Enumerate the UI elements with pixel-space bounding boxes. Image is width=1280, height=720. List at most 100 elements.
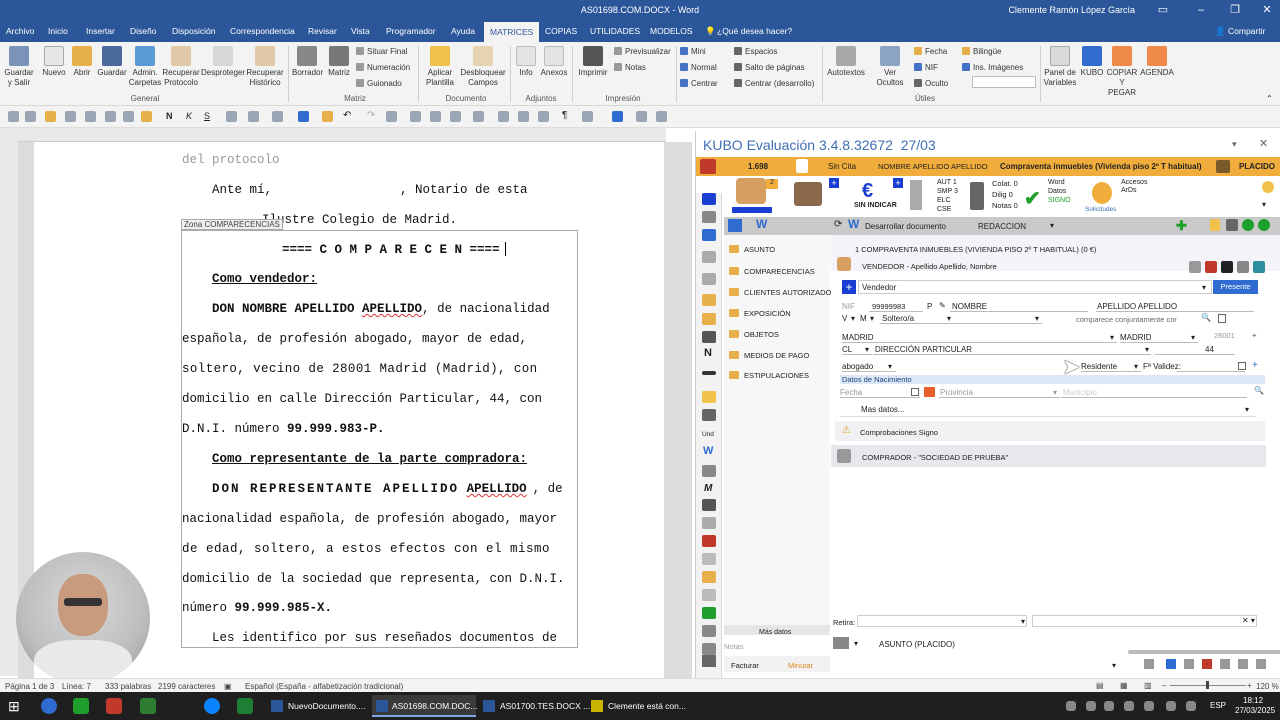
read-mode-icon[interactable]: ▤ — [1096, 681, 1104, 690]
toolbar-folder-icon[interactable] — [45, 111, 56, 122]
notes-button[interactable]: Notas — [614, 63, 646, 72]
next-icon[interactable] — [1258, 219, 1270, 231]
center-development-button[interactable]: Centrar (desarrollo) — [734, 79, 814, 88]
nav-estipulaciones[interactable]: ESTIPULACIONES — [724, 365, 830, 385]
bottom-icon-3[interactable] — [1184, 659, 1194, 669]
toolbar-icon-21[interactable] — [656, 111, 667, 122]
retira-select[interactable] — [857, 615, 1027, 627]
search-icon[interactable] — [386, 111, 397, 122]
zoom-thumb[interactable] — [1206, 681, 1209, 689]
extra-dropdown-icon[interactable]: ▾ — [1035, 314, 1039, 323]
toolbar-icon-4[interactable] — [65, 111, 76, 122]
add-validez-icon[interactable]: + — [1252, 360, 1258, 371]
comprador-line[interactable]: COMPRADOR - "SOCIEDAD DE PRUEBA" — [862, 453, 1008, 462]
expand-icon[interactable]: ▾ — [1262, 200, 1266, 209]
bottom-notas[interactable]: Notas — [724, 642, 744, 651]
save-button[interactable]: Guardar — [96, 46, 128, 78]
chart-icon[interactable] — [1253, 261, 1265, 273]
preview-button[interactable]: Previsualizar — [614, 47, 671, 56]
residente-dropdown-icon[interactable]: ▾ — [1134, 362, 1138, 371]
toolbar-icon-7[interactable] — [123, 111, 134, 122]
municipio-search-icon[interactable]: 🔍 — [1254, 386, 1264, 395]
tab-matrices[interactable]: MATRICES — [484, 22, 540, 42]
role-dropdown-icon[interactable]: ▾ — [1202, 283, 1206, 292]
kubo-tool-icon-18[interactable] — [702, 643, 716, 655]
taskbar-edge-icon[interactable] — [204, 698, 220, 714]
comparece-field[interactable]: comparece conjuntamente cor — [1076, 315, 1177, 324]
page-break-button[interactable]: Salto de páginas — [734, 63, 805, 72]
kubo-tool-icon-9[interactable] — [702, 371, 716, 375]
toolbar-icon-10[interactable] — [272, 111, 283, 122]
bottom-folder-dropdown-icon[interactable]: ▾ — [854, 639, 858, 648]
taskbar-app-as01700[interactable]: AS01700.TES.DOCX ... — [480, 695, 590, 717]
add-person-icon[interactable]: + — [842, 280, 856, 294]
house-icon[interactable] — [794, 182, 822, 206]
insert-images-button[interactable]: Ins. Imágenes — [962, 63, 1023, 72]
recover-protocol-button[interactable]: Recuperar Protocolo — [162, 46, 200, 88]
nav-comparecencias[interactable]: COMPARECENCIAS — [724, 261, 830, 281]
horizontal-scrollbar[interactable] — [1128, 650, 1280, 654]
tab-utilidades[interactable]: UTILIDADES — [590, 26, 640, 36]
toolbar-icon-11[interactable] — [298, 111, 309, 122]
redaccion-dropdown-icon[interactable]: ▾ — [1050, 221, 1054, 230]
bottom-mas-datos[interactable]: Más datos — [759, 629, 791, 636]
hidden-text-button[interactable]: Oculto — [914, 79, 948, 88]
kubo-tool-icon-14[interactable] — [702, 553, 716, 565]
bulb-icon[interactable] — [1210, 219, 1220, 231]
kubo-search-icon[interactable] — [702, 625, 716, 637]
mini-button[interactable]: Mini — [680, 47, 706, 56]
zoom-in-icon[interactable]: + — [1247, 681, 1252, 690]
bottom-icon-4[interactable] — [1202, 659, 1212, 669]
sexo-value[interactable]: V — [842, 314, 847, 323]
italic-k-icon[interactable]: K — [186, 111, 192, 121]
show-hidden-button[interactable]: Ver Ocultos — [872, 46, 908, 88]
undo-icon[interactable]: ↶ — [343, 110, 351, 121]
numbering-button[interactable]: Numeración — [356, 63, 410, 72]
ard-icon[interactable] — [970, 182, 984, 210]
estado-prefix[interactable]: M — [860, 314, 867, 323]
toolbar-icon-14[interactable] — [473, 111, 484, 122]
kubo-tool-icon-1[interactable] — [702, 193, 716, 205]
print-button[interactable]: Imprimir — [575, 46, 611, 78]
magnifier-icon[interactable]: 🔍 — [1201, 313, 1211, 322]
draft-button[interactable]: Borrador — [292, 46, 323, 78]
mas-datos-dropdown-icon[interactable]: ▾ — [1245, 405, 1249, 414]
toolbar-icon-15[interactable] — [498, 111, 509, 122]
estado-prefix-dropdown-icon[interactable]: ▾ — [870, 314, 874, 323]
copy-paste-button[interactable]: COPIAR Y PEGAR — [1106, 46, 1138, 98]
toolbar-icon-1[interactable] — [8, 111, 19, 122]
font-size-icon[interactable] — [248, 111, 259, 122]
tab-vista[interactable]: Vista — [351, 26, 370, 36]
toolbar-icon-9[interactable] — [226, 111, 237, 122]
wifi-icon[interactable] — [1166, 701, 1176, 711]
fecha-calendar-icon[interactable] — [911, 388, 919, 396]
date-button[interactable]: Fecha — [914, 47, 947, 56]
validez-input[interactable] — [1177, 360, 1245, 372]
nav-exposicion[interactable]: EXPOSICIÓN — [724, 303, 830, 323]
solicitudes-icon[interactable] — [1092, 182, 1112, 204]
ciudad-dropdown-icon[interactable]: ▾ — [1110, 333, 1114, 342]
tray-icon-1[interactable] — [1066, 701, 1076, 711]
vendedor-line[interactable]: VENDEDOR - Apellido Apellido, Nombre — [862, 262, 997, 271]
kubo-pdf-icon[interactable] — [702, 535, 716, 547]
save-kubo-icon[interactable] — [1226, 219, 1238, 231]
tab-archivo[interactable]: Archivo — [6, 26, 34, 36]
clock-time[interactable]: 18:12 — [1243, 696, 1263, 705]
zoom-level[interactable]: 120 % — [1256, 682, 1279, 691]
open-button[interactable]: Abrir — [70, 46, 94, 78]
proofing-icon[interactable]: ▣ — [224, 682, 232, 691]
tab-diseno[interactable]: Diseño — [130, 26, 156, 36]
taskbar-app-nuevo[interactable]: NuevoDocumento.... — [268, 695, 368, 717]
collapse-ribbon-icon[interactable]: ⌃ — [1266, 94, 1273, 103]
ribbon-display-icon[interactable]: ▭ — [1156, 3, 1170, 17]
copy-icon[interactable] — [1218, 314, 1226, 323]
kubo-tool-icon-6[interactable] — [702, 294, 716, 306]
unprotect-button[interactable]: Desproteger — [200, 46, 246, 78]
annexes-button[interactable]: Anexos — [540, 46, 568, 78]
extra-select[interactable] — [954, 312, 1042, 324]
input-language[interactable]: ESP — [1210, 701, 1226, 710]
facturar-button[interactable]: Facturar — [731, 661, 759, 670]
minutar-button[interactable]: Minutar — [788, 661, 813, 670]
tab-copias[interactable]: COPIAS — [545, 26, 577, 36]
location-pin-icon[interactable]: ⌖ — [1252, 331, 1257, 341]
